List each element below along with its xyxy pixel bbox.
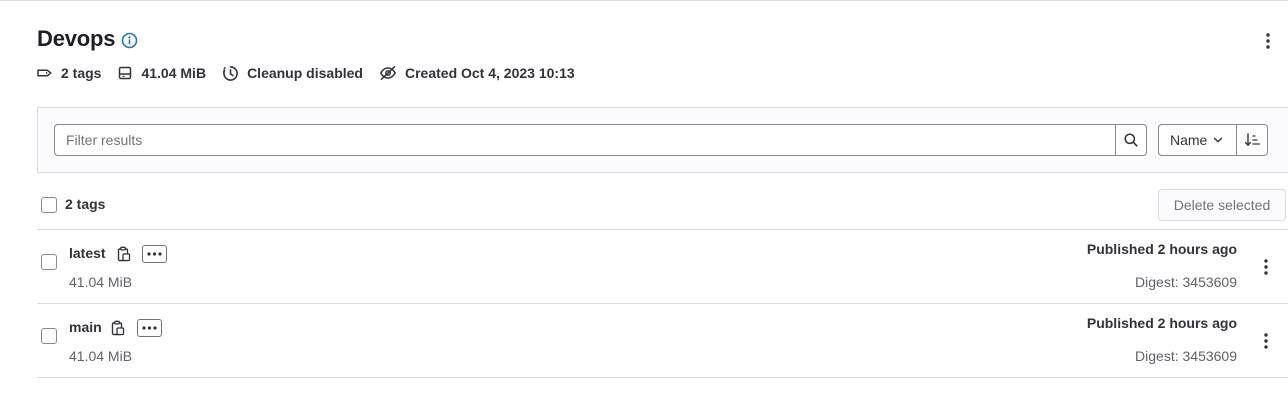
tag-name[interactable]: latest	[69, 245, 106, 261]
kebab-icon	[1264, 259, 1268, 275]
toggle-details-button[interactable]	[142, 245, 167, 263]
tag-row: main 41.04 MiB Published 2 hours ago Dig…	[37, 304, 1288, 378]
top-divider	[0, 0, 1288, 2]
tag-digest: Digest: 3453609	[1135, 274, 1237, 290]
tags-list-header: 2 tags Delete selected	[37, 188, 1288, 230]
tag-published: Published 2 hours ago	[1086, 315, 1237, 331]
information-icon[interactable]	[121, 32, 138, 49]
tag-row: latest 41.04 MiB Published 2 hours ago D…	[37, 230, 1288, 304]
filter-bar: Name	[37, 107, 1288, 173]
meta-tags-text: 2 tags	[61, 65, 102, 81]
tag-size: 41.04 MiB	[69, 348, 133, 364]
tag-digest: Digest: 3453609	[1135, 348, 1237, 364]
copy-to-clipboard-icon	[117, 246, 131, 262]
meta-tags-count: 2 tags	[36, 65, 101, 81]
kebab-icon	[1264, 333, 1268, 349]
tag-size: 41.04 MiB	[69, 274, 133, 290]
meta-created-text: Created Oct 4, 2023 10:13	[404, 65, 575, 81]
image-repository-header: Devops	[37, 26, 138, 52]
meta-cleanup-text: Cleanup disabled	[247, 65, 363, 81]
copy-tag-button[interactable]	[110, 319, 126, 337]
chevron-down-icon	[1214, 137, 1223, 143]
sort-lowest-icon	[1244, 133, 1260, 146]
copy-tag-button[interactable]	[116, 245, 132, 263]
page-title: Devops	[37, 26, 116, 51]
tag-actions-menu-button[interactable]	[1258, 256, 1274, 278]
eye-slash-icon	[379, 66, 397, 80]
delete-selected-button[interactable]: Delete selected	[1158, 189, 1286, 221]
tag-icon	[37, 69, 52, 77]
tag-checkbox[interactable]	[41, 328, 57, 344]
meta-cleanup: Cleanup disabled	[222, 65, 363, 82]
meta-size-text: 41.04 MiB	[141, 65, 207, 81]
select-all-label: 2 tags	[65, 196, 106, 212]
tag-published: Published 2 hours ago	[1086, 241, 1237, 257]
ellipsis-h-icon	[142, 326, 157, 330]
meta-size: 41.04 MiB	[117, 65, 206, 81]
repository-metadata: 2 tags 41.04 MiB Cleanup disabled Create…	[36, 62, 591, 84]
select-all-checkbox[interactable]	[41, 197, 57, 213]
search-icon	[1124, 133, 1138, 147]
repository-actions-menu-button[interactable]	[1260, 30, 1276, 52]
search-button[interactable]	[1115, 124, 1147, 156]
kebab-icon	[1266, 33, 1270, 49]
expire-icon	[223, 65, 238, 81]
sort-by-dropdown[interactable]: Name	[1158, 124, 1237, 156]
sort-control: Name	[1158, 124, 1268, 156]
sort-direction-button[interactable]	[1237, 124, 1268, 156]
tag-checkbox[interactable]	[41, 254, 57, 270]
meta-created: Created Oct 4, 2023 10:13	[379, 65, 575, 81]
copy-to-clipboard-icon	[111, 320, 125, 336]
sort-by-label: Name	[1170, 132, 1208, 148]
tag-actions-menu-button[interactable]	[1258, 330, 1274, 352]
disk-icon	[119, 66, 132, 80]
tag-name[interactable]: main	[69, 319, 102, 335]
ellipsis-h-icon	[147, 252, 162, 256]
toggle-details-button[interactable]	[137, 319, 162, 337]
filter-results-input[interactable]	[54, 124, 1115, 156]
